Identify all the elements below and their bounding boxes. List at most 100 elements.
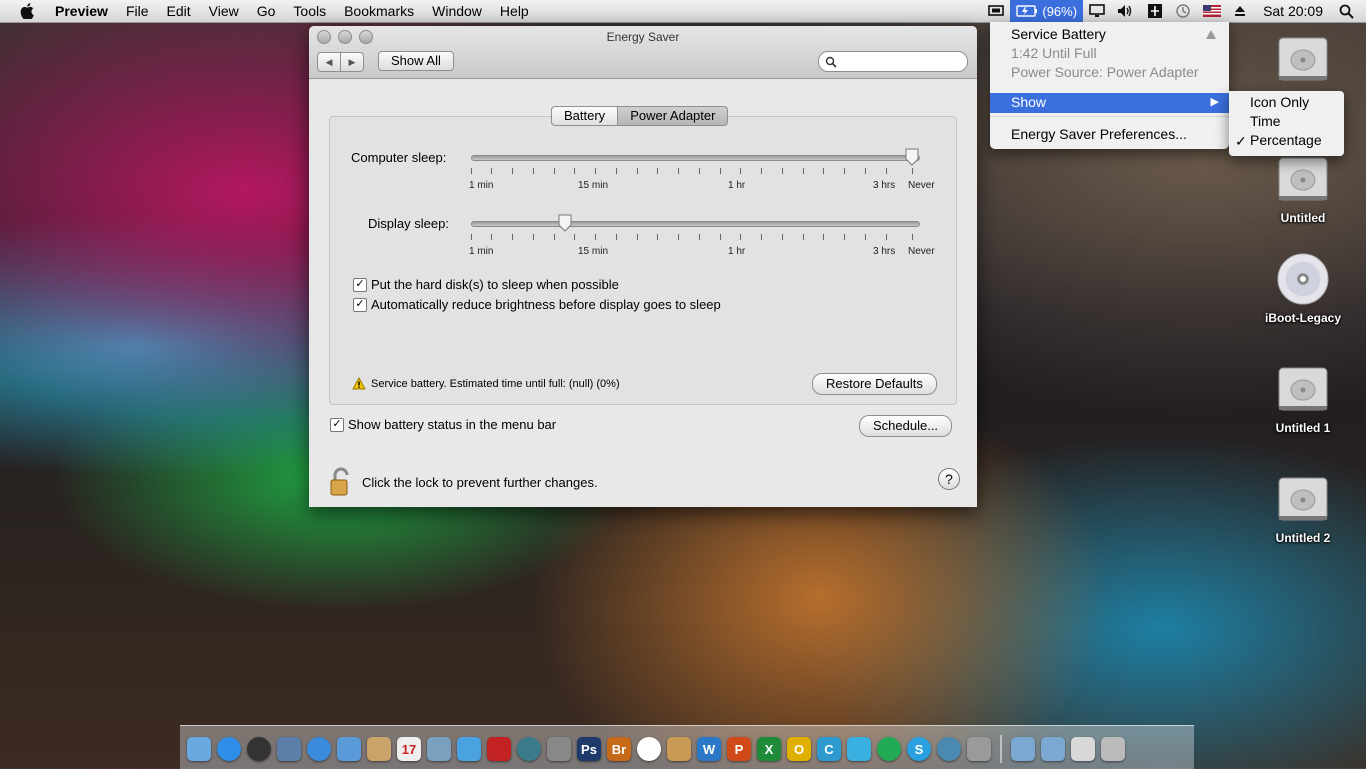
submenu-percentage[interactable]: Percentage bbox=[1250, 132, 1322, 148]
dock-app-store-icon[interactable] bbox=[217, 737, 241, 761]
display-sleep-track[interactable] bbox=[471, 221, 920, 227]
tick-label-3hrs: 3 hrs bbox=[873, 246, 896, 257]
dock-contacts-icon[interactable] bbox=[367, 737, 391, 761]
dock-itunes-icon[interactable] bbox=[457, 737, 481, 761]
dock-communicator-icon[interactable]: C bbox=[817, 737, 841, 761]
tab-power-adapter[interactable]: Power Adapter bbox=[618, 106, 729, 126]
dock-safari-icon[interactable] bbox=[307, 737, 331, 761]
menu-file[interactable]: File bbox=[117, 0, 158, 22]
checkmark-icon: ✓ bbox=[353, 297, 367, 312]
dock-separator bbox=[1000, 735, 1002, 763]
time-machine-icon[interactable] bbox=[1169, 0, 1197, 22]
apple-menu-icon[interactable] bbox=[18, 2, 36, 20]
back-button[interactable]: ◀ bbox=[317, 52, 341, 72]
input-source-flag-icon[interactable] bbox=[1197, 0, 1227, 22]
dock-iphoto-icon[interactable] bbox=[427, 737, 451, 761]
dock-calendar-icon[interactable]: 17 bbox=[397, 737, 421, 761]
search-input[interactable] bbox=[841, 53, 965, 70]
dock-chrome-icon[interactable] bbox=[637, 737, 661, 761]
show-all-button[interactable]: Show All bbox=[378, 51, 454, 71]
dock-system-preferences-icon[interactable] bbox=[547, 737, 571, 761]
desktop-icon-untitled[interactable]: Untitled bbox=[1253, 152, 1353, 225]
power-source-item: Power Source: Power Adapter bbox=[1011, 64, 1199, 80]
volume-icon[interactable] bbox=[1111, 0, 1141, 22]
hard-disk-sleep-label: Put the hard disk(s) to sleep when possi… bbox=[371, 277, 619, 292]
dock-image-capture-icon[interactable] bbox=[967, 737, 991, 761]
search-icon bbox=[825, 56, 837, 68]
submenu-icon-only[interactable]: Icon Only bbox=[1250, 94, 1309, 110]
menu-window[interactable]: Window bbox=[423, 0, 491, 22]
dock-applications-icon[interactable] bbox=[1011, 737, 1035, 761]
tab-battery[interactable]: Battery bbox=[551, 106, 619, 126]
submenu-time[interactable]: Time bbox=[1250, 113, 1281, 129]
dock-documents-icon[interactable] bbox=[1041, 737, 1065, 761]
spotlight-icon[interactable] bbox=[1333, 0, 1366, 22]
service-battery-item[interactable]: Service Battery bbox=[1011, 26, 1106, 42]
tick-label-1hr: 1 hr bbox=[728, 246, 746, 257]
menu-app-preview[interactable]: Preview bbox=[46, 0, 117, 22]
dock-network-icon[interactable] bbox=[937, 737, 961, 761]
energy-saver-preferences-item[interactable]: Energy Saver Preferences... bbox=[1011, 126, 1187, 142]
dock-quicktime-icon[interactable] bbox=[877, 737, 901, 761]
dock-powerpoint-icon[interactable]: P bbox=[727, 737, 751, 761]
menu-bar: Preview File Edit View Go Tools Bookmark… bbox=[0, 0, 1366, 23]
menu-separator bbox=[990, 116, 1229, 117]
schedule-button[interactable]: Schedule... bbox=[859, 415, 953, 437]
dock-downloads-icon[interactable] bbox=[1071, 737, 1095, 761]
dock-photo-booth-icon[interactable] bbox=[487, 737, 511, 761]
computer-sleep-track[interactable] bbox=[471, 155, 920, 161]
desktop-icon-untitled-1[interactable]: Untitled 1 bbox=[1253, 362, 1353, 435]
desktop-icon-iboot-legacy[interactable]: iBoot-Legacy bbox=[1253, 252, 1353, 325]
show-battery-status-checkbox[interactable]: ✓ Show battery status in the menu bar bbox=[330, 417, 556, 432]
nav-buttons: ◀ ▶ bbox=[317, 52, 364, 72]
warning-icon bbox=[352, 377, 366, 390]
restore-defaults-button[interactable]: Restore Defaults bbox=[812, 373, 937, 395]
help-button[interactable]: ? bbox=[938, 468, 960, 490]
dock-time-machine-icon[interactable] bbox=[517, 737, 541, 761]
computer-sleep-slider-thumb[interactable] bbox=[905, 148, 919, 166]
checkmark-icon: ✓ bbox=[330, 417, 344, 432]
segmented-tabs: Battery Power Adapter bbox=[551, 106, 729, 126]
dock-outlook-icon[interactable]: O bbox=[787, 737, 811, 761]
dock-skype-icon[interactable]: S bbox=[907, 737, 931, 761]
menu-view[interactable]: View bbox=[200, 0, 248, 22]
display-sleep-slider-thumb[interactable] bbox=[558, 214, 572, 232]
dock-photoshop-icon[interactable]: Ps bbox=[577, 737, 601, 761]
desktop-icon-untitled-2[interactable]: Untitled 2 bbox=[1253, 472, 1353, 545]
tick-label-15min: 15 min bbox=[578, 246, 609, 257]
dock-excel-icon[interactable]: X bbox=[757, 737, 781, 761]
menu-go[interactable]: Go bbox=[248, 0, 285, 22]
airdisplay-icon[interactable] bbox=[1083, 0, 1111, 22]
dock-archive-utility-icon[interactable] bbox=[667, 737, 691, 761]
tick-label-never: Never bbox=[908, 180, 935, 191]
hard-disk-sleep-checkbox[interactable]: ✓ Put the hard disk(s) to sleep when pos… bbox=[353, 277, 619, 292]
show-menu-item[interactable]: Show ▶ bbox=[990, 93, 1229, 113]
keyboard-icon[interactable] bbox=[1141, 0, 1169, 22]
settings-panel: Computer sleep: 1 min 15 min 1 hr 3 hrs … bbox=[329, 116, 957, 405]
hard-drive-icon bbox=[1278, 477, 1328, 521]
dock-finder-icon[interactable] bbox=[187, 737, 211, 761]
lock-icon[interactable] bbox=[329, 467, 353, 497]
time-until-full-item: 1:42 Until Full bbox=[1011, 45, 1097, 61]
clock[interactable]: Sat 20:09 bbox=[1253, 0, 1333, 22]
desktop-icon-hard-drive[interactable] bbox=[1253, 32, 1353, 91]
menu-help[interactable]: Help bbox=[491, 0, 538, 22]
search-field[interactable] bbox=[818, 51, 968, 72]
eject-icon[interactable] bbox=[1227, 0, 1253, 22]
reduce-brightness-checkbox[interactable]: ✓ Automatically reduce brightness before… bbox=[353, 297, 721, 312]
menu-bookmarks[interactable]: Bookmarks bbox=[335, 0, 423, 22]
dock-messenger-icon[interactable] bbox=[847, 737, 871, 761]
dock-bridge-icon[interactable]: Br bbox=[607, 737, 631, 761]
dock-word-icon[interactable]: W bbox=[697, 737, 721, 761]
forward-button[interactable]: ▶ bbox=[341, 52, 364, 72]
dock-facetime-icon[interactable] bbox=[337, 737, 361, 761]
dock-dashboard-icon[interactable] bbox=[247, 737, 271, 761]
dock: 17 Ps Br W P X O C S bbox=[180, 725, 1194, 769]
reduce-brightness-label: Automatically reduce brightness before d… bbox=[371, 297, 721, 312]
dock-trash-icon[interactable] bbox=[1101, 737, 1125, 761]
menu-edit[interactable]: Edit bbox=[158, 0, 200, 22]
battery-status-menu[interactable]: (96%) bbox=[1010, 0, 1084, 22]
display-mirror-icon[interactable] bbox=[982, 0, 1010, 22]
menu-tools[interactable]: Tools bbox=[284, 0, 335, 22]
dock-preview-icon[interactable] bbox=[277, 737, 301, 761]
